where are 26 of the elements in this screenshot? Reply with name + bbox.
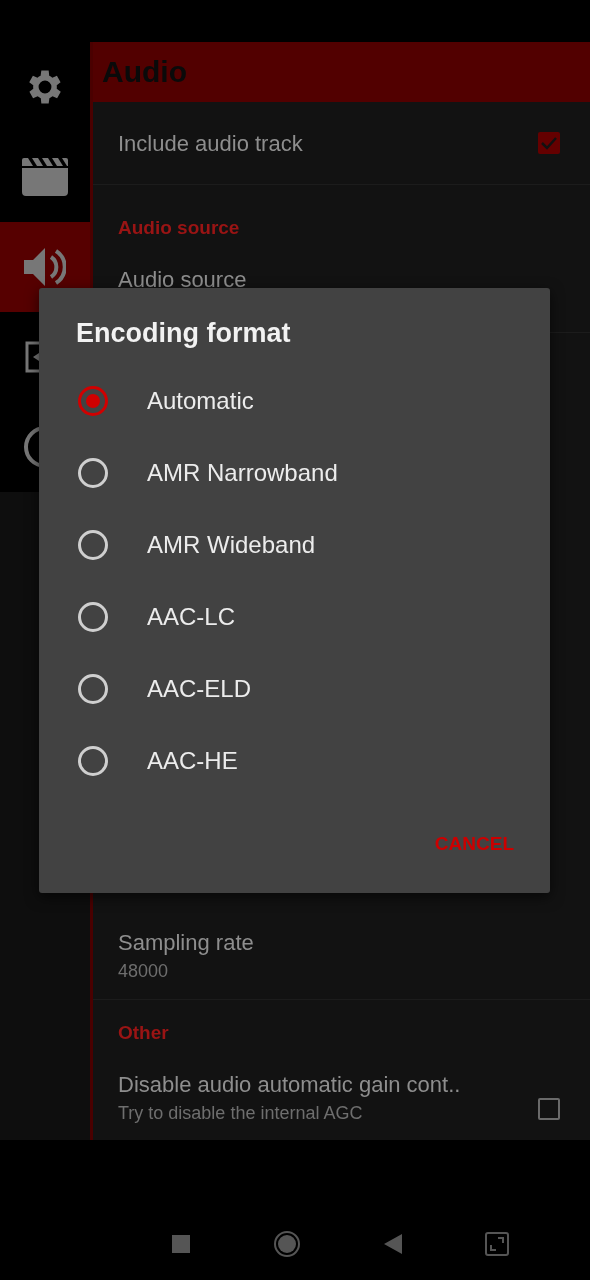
setting-summary: Try to disable the internal AGC (118, 1103, 364, 1124)
dialog-title: Encoding format (76, 318, 291, 349)
category-header: Audio source (118, 217, 240, 238)
category-header: Other (118, 1022, 169, 1043)
setting-row[interactable]: Include audio track (93, 102, 590, 185)
radio-option[interactable]: AAC-HE (39, 725, 550, 797)
radio-button[interactable] (77, 385, 109, 417)
radio-option[interactable]: Automatic (39, 365, 550, 437)
radio-option[interactable]: AAC-ELD (39, 653, 550, 725)
expand-icon[interactable] (484, 1232, 509, 1256)
radio-option[interactable]: AMR Wideband (39, 509, 550, 581)
radio-option[interactable]: AAC-LC (39, 581, 550, 653)
setting-title: Disable audio automatic gain cont.. (118, 1072, 462, 1097)
setting-summary: 48000 (118, 961, 170, 982)
setting-row[interactable]: Sampling rate 48000 (93, 900, 590, 1000)
clapperboard-icon (22, 158, 68, 196)
radio-option[interactable]: AMR Narrowband (39, 437, 550, 509)
stop-icon[interactable] (171, 1235, 190, 1253)
checkbox[interactable] (538, 1098, 560, 1120)
setting-title: Audio source (118, 267, 248, 292)
setting-title: Sampling rate (118, 930, 255, 955)
checkbox[interactable] (538, 132, 560, 154)
back-icon[interactable] (383, 1234, 402, 1254)
home-icon[interactable] (272, 1230, 301, 1258)
screen-title: Audio (102, 55, 187, 89)
setting-title: Include audio track (118, 130, 304, 156)
